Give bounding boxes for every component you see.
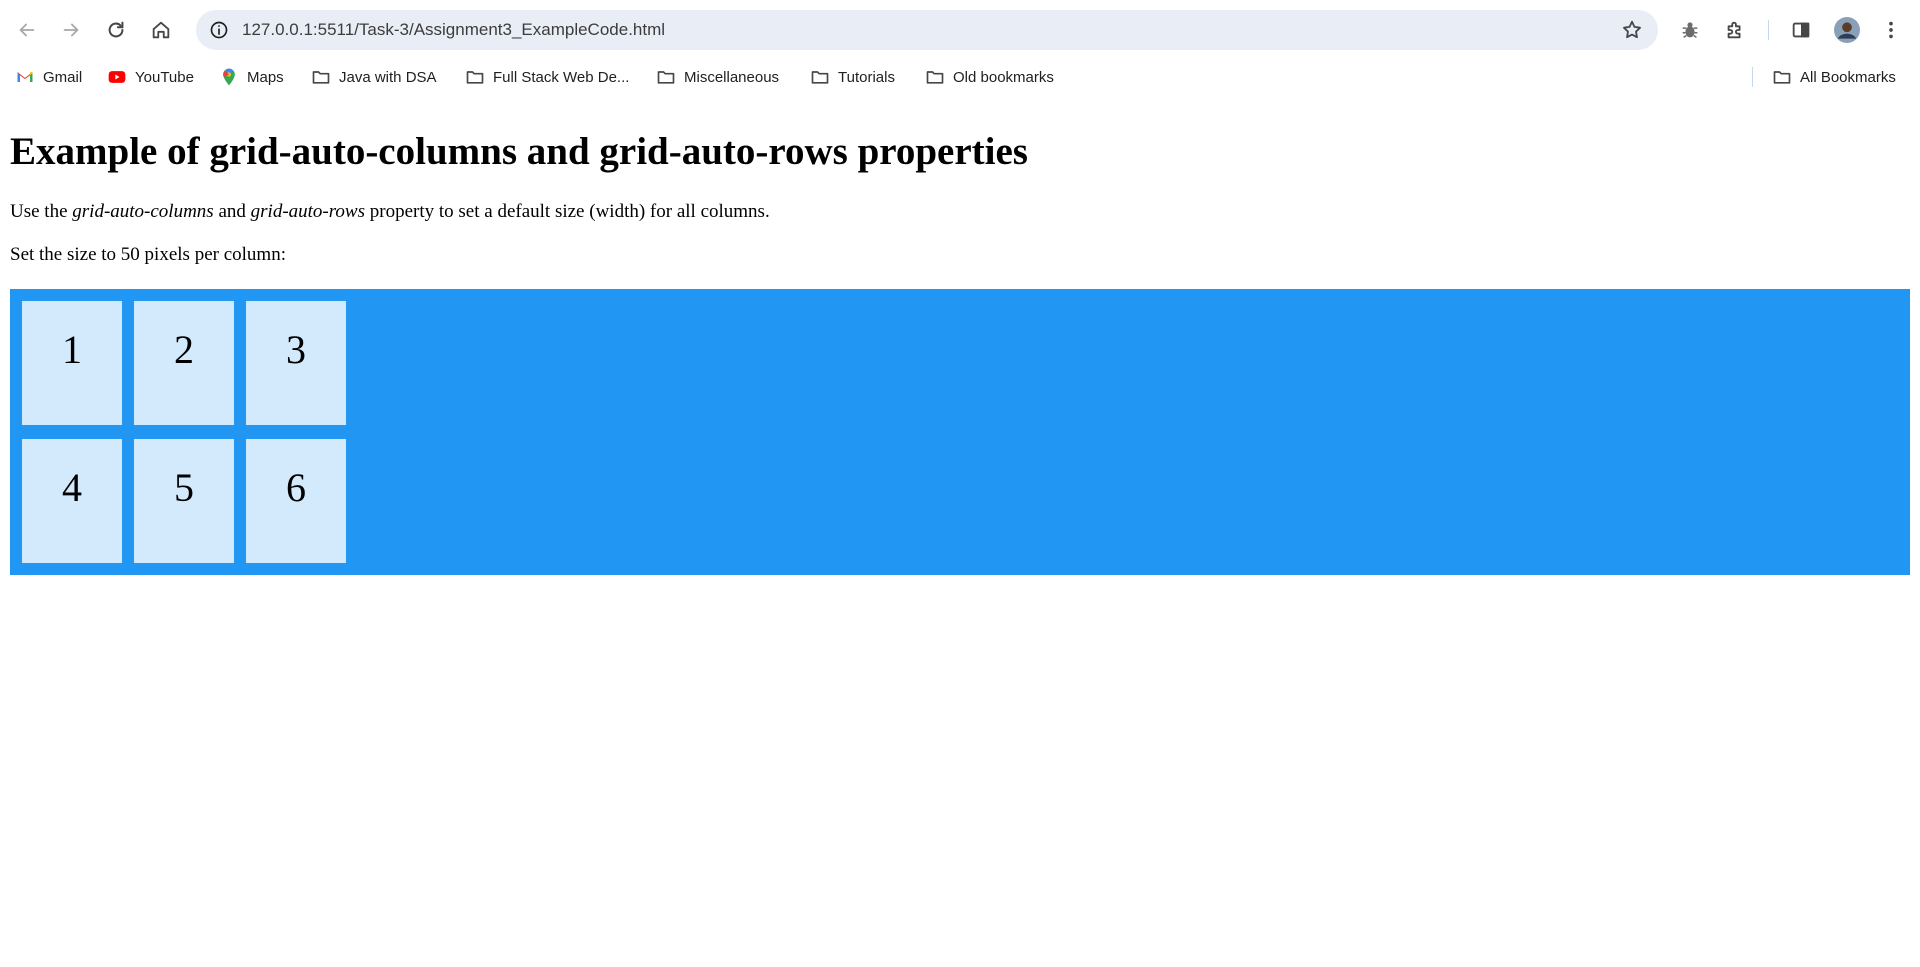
bookmark-folder-tutorials[interactable]: Tutorials: [810, 64, 895, 90]
browser-toolbar: 127.0.0.1:5511/Task-3/Assignment3_Exampl…: [0, 0, 1920, 60]
more-icon: [1889, 21, 1893, 39]
bookmark-star-button[interactable]: [1618, 16, 1646, 44]
page-title: Example of grid-auto-columns and grid-au…: [10, 130, 1028, 173]
bookmark-label: Old bookmarks: [953, 68, 1054, 86]
bookmark-label: Tutorials: [838, 68, 895, 86]
bookmark-youtube[interactable]: YouTube: [107, 64, 194, 90]
forward-icon: [63, 23, 79, 37]
forward-button[interactable]: [53, 12, 89, 48]
folder-icon: [926, 71, 944, 84]
bookmark-label: YouTube: [135, 68, 194, 86]
grid-item: 1: [22, 301, 122, 425]
intro-term-rows: grid-auto-rows: [250, 201, 366, 222]
grid-item: 5: [134, 439, 234, 563]
avatar-icon: [1834, 17, 1860, 43]
maps-icon: [223, 68, 235, 86]
site-info-icon: [210, 21, 228, 39]
back-button[interactable]: [9, 12, 45, 48]
extensions-icon: [1727, 21, 1741, 39]
grid-item: 4: [22, 439, 122, 563]
folder-icon: [811, 71, 829, 84]
side-panel-button[interactable]: [1783, 12, 1819, 48]
bookmark-maps[interactable]: Maps: [219, 64, 284, 90]
bookmark-folder-fullstack[interactable]: Full Stack Web De...: [465, 64, 629, 90]
intro-term-columns: grid-auto-columns: [72, 201, 214, 222]
toolbar-divider: [1768, 20, 1769, 40]
bookmark-label: Java with DSA: [339, 68, 437, 86]
page-content: Example of grid-auto-columns and grid-au…: [0, 93, 1920, 967]
address-bar[interactable]: 127.0.0.1:5511/Task-3/Assignment3_Exampl…: [196, 10, 1658, 50]
size-note: Set the size to 50 pixels per column:: [10, 244, 286, 265]
grid-item: 3: [246, 301, 346, 425]
home-button[interactable]: [143, 12, 179, 48]
bookmark-gmail[interactable]: Gmail: [15, 64, 82, 90]
bookmark-folder-java[interactable]: Java with DSA: [311, 64, 437, 90]
folder-icon: [1773, 71, 1791, 84]
gmail-icon: [17, 72, 33, 82]
bookmarks-bar: Gmail YouTube Maps Java with DSA Full St…: [0, 60, 1920, 93]
more-menu-button[interactable]: [1873, 12, 1909, 48]
bug-extension-icon: [1682, 22, 1698, 38]
folder-icon: [657, 71, 675, 84]
bookmark-label: Miscellaneous: [684, 68, 780, 86]
bookmarks-divider: [1752, 67, 1753, 87]
intro-suffix: property to set a default size (width) f…: [365, 201, 770, 222]
all-bookmarks-button[interactable]: All Bookmarks: [1772, 64, 1896, 90]
url-text[interactable]: 127.0.0.1:5511/Task-3/Assignment3_Exampl…: [242, 20, 665, 40]
extensions-button[interactable]: [1717, 12, 1753, 48]
all-bookmarks-label: All Bookmarks: [1800, 68, 1896, 86]
bug-extension-button[interactable]: [1672, 12, 1708, 48]
intro-paragraph: Use the grid-auto-columns and grid-auto-…: [10, 201, 770, 223]
reload-icon: [108, 21, 124, 38]
bookmark-label: Maps: [247, 68, 284, 86]
bookmark-label: Gmail: [43, 68, 83, 86]
back-icon: [19, 23, 35, 37]
folder-icon: [466, 71, 484, 84]
youtube-icon: [108, 71, 126, 83]
grid-container: 1 2 3 4 5 6: [10, 289, 1910, 575]
avatar[interactable]: [1829, 12, 1865, 48]
bookmark-folder-miscellaneous[interactable]: Miscellaneous: [656, 64, 779, 90]
side-panel-icon: [1792, 22, 1810, 38]
grid-item: 2: [134, 301, 234, 425]
grid-item: 6: [246, 439, 346, 563]
star-icon: [1623, 20, 1641, 39]
intro-prefix: Use the: [10, 201, 73, 222]
folder-icon: [312, 71, 330, 84]
bookmark-folder-old[interactable]: Old bookmarks: [925, 64, 1054, 90]
bookmark-label: Full Stack Web De...: [493, 68, 630, 86]
home-icon: [152, 21, 170, 39]
site-info-button[interactable]: [206, 17, 232, 43]
intro-mid: and: [213, 201, 251, 222]
reload-button[interactable]: [98, 12, 134, 48]
